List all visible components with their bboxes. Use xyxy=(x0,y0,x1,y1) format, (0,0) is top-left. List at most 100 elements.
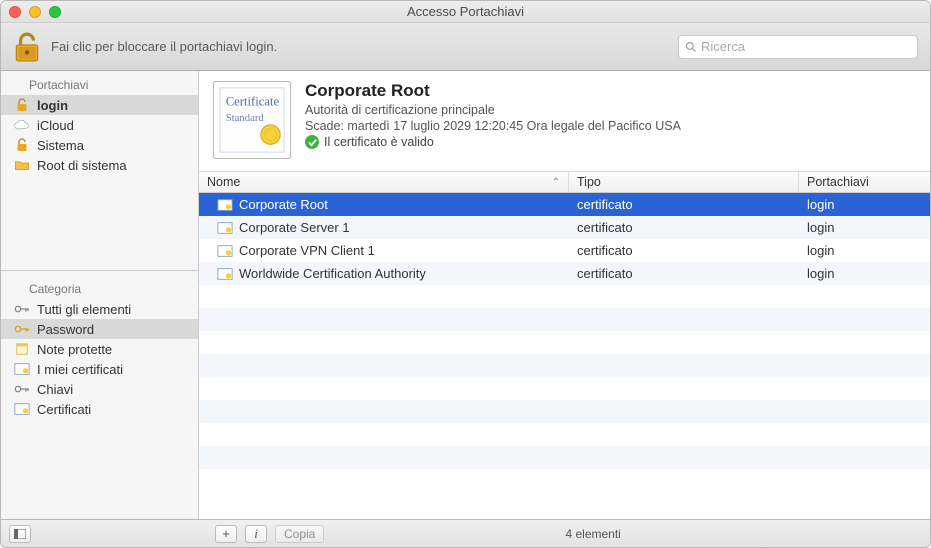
sidebar-item-label: I miei certificati xyxy=(37,362,123,377)
folder-icon xyxy=(13,157,31,173)
cell-type: certificato xyxy=(569,220,799,235)
column-name[interactable]: Nome ⌃ xyxy=(199,172,569,192)
sidebar-item-label: iCloud xyxy=(37,118,74,133)
cell-keychain: login xyxy=(799,266,930,281)
cell-type: certificato xyxy=(569,243,799,258)
sidebar-item-label: Sistema xyxy=(37,138,84,153)
certificate-title: Corporate Root xyxy=(305,81,681,101)
toggle-sidebar-button[interactable] xyxy=(9,525,31,543)
table-row-empty xyxy=(199,423,930,446)
certificate-authority: Autorità di certificazione principale xyxy=(305,103,681,117)
keychain-item-root-di-sistema[interactable]: Root di sistema xyxy=(1,155,198,175)
keychain-item-login[interactable]: login xyxy=(1,95,198,115)
key-yellow-icon xyxy=(13,321,31,337)
search-field[interactable] xyxy=(678,35,918,59)
items-table: Nome ⌃ Tipo Portachiavi Corporate Rootce… xyxy=(199,172,930,519)
footer: + i Copia 4 elementi xyxy=(1,519,930,547)
main-panel: Certificate Standard Corporate Root Auto… xyxy=(199,71,930,519)
cell-keychain: login xyxy=(799,243,930,258)
cert-icon xyxy=(13,401,31,417)
toolbar: Fai clic per bloccare il portachiavi log… xyxy=(1,23,930,71)
table-row-empty xyxy=(199,377,930,400)
checkmark-icon xyxy=(305,135,319,149)
certificate-valid-status: Il certificato è valido xyxy=(305,135,681,149)
search-icon xyxy=(685,41,697,53)
sidebar: Portachiavi login iCloud Sistema Root di si… xyxy=(1,71,199,519)
cell-name: Worldwide Certification Authority xyxy=(199,266,569,281)
sidebar-item-label: Certificati xyxy=(37,402,91,417)
category-item-chiavi[interactable]: Chiavi xyxy=(1,379,198,399)
cloud-icon xyxy=(13,117,31,133)
toolbar-hint: Fai clic per bloccare il portachiavi log… xyxy=(51,39,277,54)
category-header: Categoria xyxy=(1,279,198,299)
keychain-item-sistema[interactable]: Sistema xyxy=(1,135,198,155)
add-item-button[interactable]: + xyxy=(215,525,237,543)
cell-type: certificato xyxy=(569,197,799,212)
minimize-window-button[interactable] xyxy=(29,6,41,18)
certificate-valid-text: Il certificato è valido xyxy=(324,135,434,149)
sidebar-item-label: Chiavi xyxy=(37,382,73,397)
table-row-empty xyxy=(199,285,930,308)
note-icon xyxy=(13,341,31,357)
category-item-note-protette[interactable]: Note protette xyxy=(1,339,198,359)
table-row[interactable]: Corporate Server 1certificatologin xyxy=(199,216,930,239)
search-input[interactable] xyxy=(701,39,911,54)
keychains-section: Portachiavi login iCloud Sistema Root di si… xyxy=(1,71,198,175)
cell-keychain: login xyxy=(799,220,930,235)
keychain-item-icloud[interactable]: iCloud xyxy=(1,115,198,135)
certificate-detail: Certificate Standard Corporate Root Auto… xyxy=(199,71,930,172)
column-keychain[interactable]: Portachiavi xyxy=(799,172,930,192)
footer-status: 4 elementi xyxy=(332,527,854,541)
sidebar-item-label: Tutti gli elementi xyxy=(37,302,131,317)
table-body: Corporate RootcertificatologinCorporate … xyxy=(199,193,930,519)
cell-type: certificato xyxy=(569,266,799,281)
table-row-empty xyxy=(199,308,930,331)
copy-button[interactable]: Copia xyxy=(275,525,324,543)
info-button[interactable]: i xyxy=(245,525,267,543)
sidebar-item-label: Root di sistema xyxy=(37,158,127,173)
lock-keychain-button[interactable] xyxy=(13,32,41,62)
certificate-detail-text: Corporate Root Autorità di certificazion… xyxy=(305,81,681,159)
table-row-empty xyxy=(199,446,930,469)
window-title: Accesso Portachiavi xyxy=(1,4,930,19)
category-item-i-miei-certificati[interactable]: I miei certificati xyxy=(1,359,198,379)
cell-keychain: login xyxy=(799,197,930,212)
cert-icon xyxy=(13,361,31,377)
keychains-header: Portachiavi xyxy=(1,75,198,95)
sidebar-item-label: Note protette xyxy=(37,342,112,357)
category-item-tutti-gli-elementi[interactable]: Tutti gli elementi xyxy=(1,299,198,319)
table-row[interactable]: Corporate VPN Client 1certificatologin xyxy=(199,239,930,262)
key-icon xyxy=(13,381,31,397)
table-header: Nome ⌃ Tipo Portachiavi xyxy=(199,172,930,193)
window: Accesso Portachiavi Fai clic per bloccar… xyxy=(0,0,931,548)
cert-icon xyxy=(217,198,233,212)
category-item-password[interactable]: Password xyxy=(1,319,198,339)
table-row-empty xyxy=(199,400,930,423)
padlock-open-icon xyxy=(13,32,41,62)
cert-icon xyxy=(217,267,233,281)
titlebar: Accesso Portachiavi xyxy=(1,1,930,23)
svg-text:Standard: Standard xyxy=(226,112,265,124)
sort-ascending-icon: ⌃ xyxy=(552,177,560,188)
table-row-empty xyxy=(199,331,930,354)
body: Portachiavi login iCloud Sistema Root di si… xyxy=(1,71,930,519)
cert-icon xyxy=(217,221,233,235)
traffic-lights xyxy=(9,6,61,18)
certificate-expiry: Scade: martedì 17 luglio 2029 12:20:45 O… xyxy=(305,119,681,133)
category-item-certificati[interactable]: Certificati xyxy=(1,399,198,419)
zoom-window-button[interactable] xyxy=(49,6,61,18)
close-window-button[interactable] xyxy=(9,6,21,18)
svg-text:Certificate: Certificate xyxy=(226,94,280,108)
category-section: Categoria Tutti gli elementi Password Note… xyxy=(1,275,198,519)
padlock-open-icon xyxy=(13,97,31,113)
table-row[interactable]: Corporate Rootcertificatologin xyxy=(199,193,930,216)
sidebar-item-label: Password xyxy=(37,322,94,337)
table-row[interactable]: Worldwide Certification Authoritycertifi… xyxy=(199,262,930,285)
cell-name: Corporate VPN Client 1 xyxy=(199,243,569,258)
cell-name: Corporate Root xyxy=(199,197,569,212)
column-type[interactable]: Tipo xyxy=(569,172,799,192)
cert-icon xyxy=(217,244,233,258)
padlock-open-icon xyxy=(13,137,31,153)
certificate-thumbnail: Certificate Standard xyxy=(213,81,291,159)
cell-name: Corporate Server 1 xyxy=(199,220,569,235)
